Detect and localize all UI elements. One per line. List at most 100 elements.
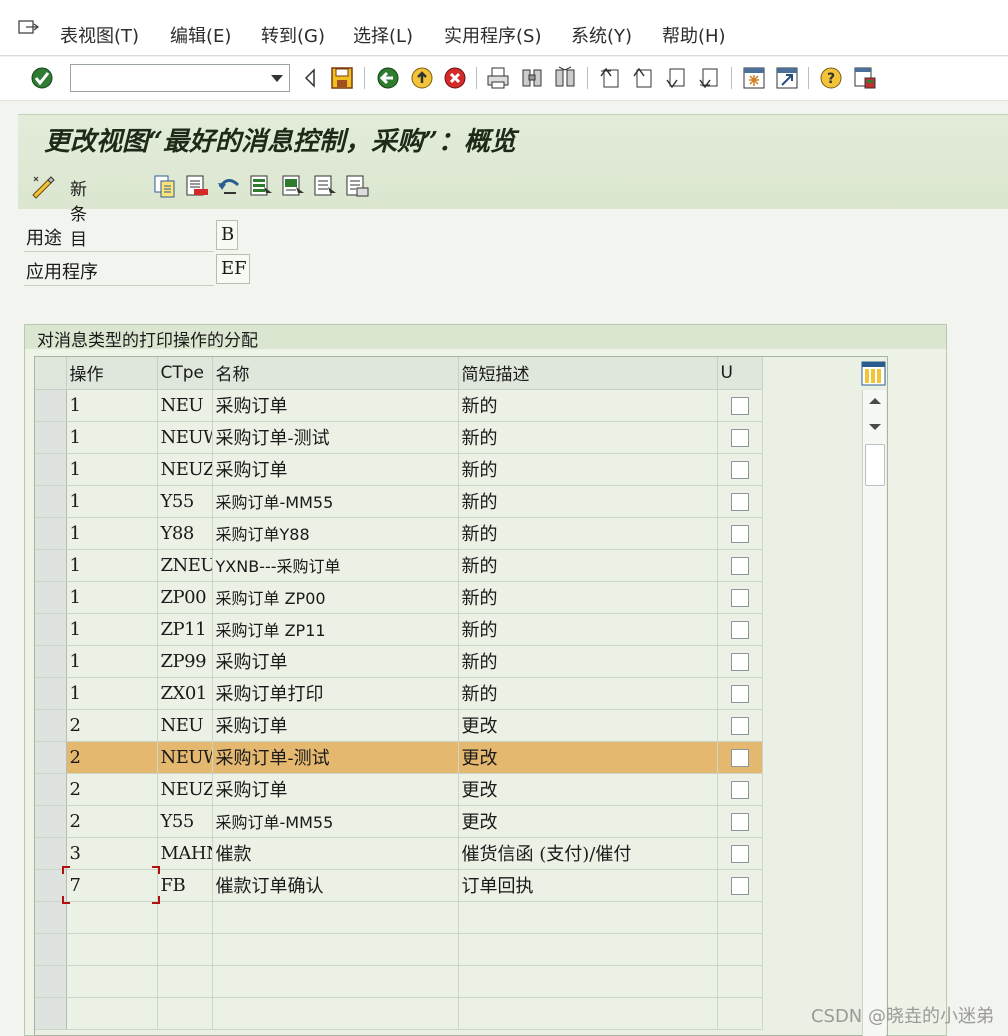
shortcut-icon[interactable] — [775, 66, 799, 90]
operation-cell[interactable]: 1 — [66, 613, 158, 646]
empty-row[interactable] — [35, 997, 763, 1030]
description-cell[interactable]: 新的 — [458, 613, 718, 646]
empty-cell[interactable] — [212, 933, 459, 966]
description-cell[interactable]: 订单回执 — [458, 869, 718, 902]
row-selector[interactable] — [35, 933, 67, 966]
operation-cell[interactable]: 2 — [66, 773, 158, 806]
description-cell[interactable]: 新的 — [458, 677, 718, 710]
row-selector[interactable] — [35, 805, 67, 838]
create-session-icon[interactable] — [742, 66, 766, 90]
column-header-description[interactable]: 简短描述 — [458, 357, 718, 390]
cancel-icon[interactable] — [443, 66, 467, 90]
empty-cell[interactable] — [66, 965, 158, 998]
operation-cell[interactable]: 1 — [66, 581, 158, 614]
find-icon[interactable] — [520, 66, 544, 90]
u-checkbox[interactable] — [730, 620, 749, 639]
row-selector[interactable] — [35, 837, 67, 870]
ctype-cell[interactable]: NEUW — [157, 421, 213, 454]
previous-page-icon[interactable] — [631, 66, 655, 90]
name-cell[interactable]: 采购订单 — [212, 709, 459, 742]
table-row[interactable]: 1 NEUZ 采购订单 新的 — [35, 453, 763, 486]
empty-cell[interactable] — [157, 965, 213, 998]
vertical-scrollbar[interactable] — [862, 390, 886, 1036]
ctype-cell[interactable]: NEU — [157, 709, 213, 742]
row-selector[interactable] — [35, 613, 67, 646]
name-cell[interactable]: 采购订单-MM55 — [212, 805, 459, 838]
print-list-icon[interactable] — [344, 173, 370, 199]
ctype-cell[interactable]: ZX01 — [157, 677, 213, 710]
select-block-icon[interactable] — [280, 173, 306, 199]
empty-cell[interactable] — [212, 997, 459, 1030]
u-checkbox[interactable] — [730, 396, 749, 415]
empty-cell[interactable] — [458, 997, 718, 1030]
u-checkbox[interactable] — [730, 460, 749, 479]
ctype-cell[interactable]: FB — [157, 869, 213, 902]
table-row[interactable]: 2 NEUZ 采购订单 更改 — [35, 773, 763, 806]
ctype-cell[interactable]: NEU — [157, 389, 213, 422]
table-row[interactable]: 1 ZP00 采购订单 ZP00 新的 — [35, 581, 763, 614]
empty-cell[interactable] — [157, 933, 213, 966]
u-checkbox[interactable] — [730, 588, 749, 607]
enter-icon[interactable] — [30, 66, 54, 90]
description-cell[interactable]: 催货信函 (支付)/催付 — [458, 837, 718, 870]
u-checkbox[interactable] — [730, 428, 749, 447]
name-cell[interactable]: 催款 — [212, 837, 459, 870]
empty-cell[interactable] — [157, 997, 213, 1030]
ctype-cell[interactable]: ZP99 — [157, 645, 213, 678]
column-config-icon[interactable] — [861, 361, 886, 386]
row-selector[interactable] — [35, 421, 67, 454]
row-selector[interactable] — [35, 453, 67, 486]
empty-cell[interactable] — [157, 901, 213, 934]
description-cell[interactable]: 新的 — [458, 549, 718, 582]
column-header-operation[interactable]: 操作 — [66, 357, 158, 390]
table-row[interactable]: 1 ZP99 采购订单 新的 — [35, 645, 763, 678]
operation-cell[interactable]: 2 — [66, 709, 158, 742]
operation-cell[interactable]: 1 — [66, 549, 158, 582]
description-cell[interactable]: 新的 — [458, 517, 718, 550]
description-cell[interactable]: 更改 — [458, 805, 718, 838]
row-selector[interactable] — [35, 901, 67, 934]
empty-cell[interactable] — [458, 901, 718, 934]
name-cell[interactable]: 采购订单-MM55 — [212, 485, 459, 518]
column-header-u[interactable]: U — [717, 357, 763, 390]
row-selector[interactable] — [35, 645, 67, 678]
empty-cell[interactable] — [717, 997, 763, 1030]
operation-cell[interactable]: 1 — [66, 453, 158, 486]
table-row[interactable]: 1 NEU 采购订单 新的 — [35, 389, 763, 422]
description-cell[interactable]: 更改 — [458, 741, 718, 774]
select-all-cell[interactable] — [35, 357, 67, 390]
ctype-cell[interactable]: ZP00 — [157, 581, 213, 614]
empty-cell[interactable] — [458, 965, 718, 998]
table-row[interactable]: 1 ZP11 采购订单 ZP11 新的 — [35, 613, 763, 646]
deselect-all-icon[interactable] — [312, 173, 338, 199]
name-cell[interactable]: 采购订单-测试 — [212, 421, 459, 454]
help-icon[interactable]: ? — [819, 66, 843, 90]
name-cell[interactable]: 采购订单打印 — [212, 677, 459, 710]
ctype-cell[interactable]: NEUZ — [157, 453, 213, 486]
row-selector[interactable] — [35, 773, 67, 806]
table-row[interactable]: 1 Y55 采购订单-MM55 新的 — [35, 485, 763, 518]
row-selector[interactable] — [35, 997, 67, 1030]
ctype-cell[interactable]: Y88 — [157, 517, 213, 550]
name-cell[interactable]: 采购订单 — [212, 453, 459, 486]
empty-cell[interactable] — [66, 901, 158, 934]
ctype-cell[interactable]: MAHN — [157, 837, 213, 870]
table-row[interactable]: 1 ZX01 采购订单打印 新的 — [35, 677, 763, 710]
description-cell[interactable]: 新的 — [458, 453, 718, 486]
operation-cell[interactable]: 1 — [66, 517, 158, 550]
row-selector[interactable] — [35, 709, 67, 742]
ctype-cell[interactable]: ZP11 — [157, 613, 213, 646]
last-page-icon[interactable] — [697, 66, 721, 90]
u-checkbox[interactable] — [730, 876, 749, 895]
empty-cell[interactable] — [212, 965, 459, 998]
operation-cell[interactable]: 1 — [66, 677, 158, 710]
command-input[interactable] — [73, 66, 258, 90]
empty-cell[interactable] — [717, 965, 763, 998]
ctype-cell[interactable]: Y55 — [157, 485, 213, 518]
name-cell[interactable]: 采购订单 ZP11 — [212, 613, 459, 646]
description-cell[interactable]: 新的 — [458, 645, 718, 678]
description-cell[interactable]: 新的 — [458, 389, 718, 422]
ctype-cell[interactable]: ZNEU — [157, 549, 213, 582]
column-header-name[interactable]: 名称 — [212, 357, 459, 390]
u-checkbox[interactable] — [730, 716, 749, 735]
